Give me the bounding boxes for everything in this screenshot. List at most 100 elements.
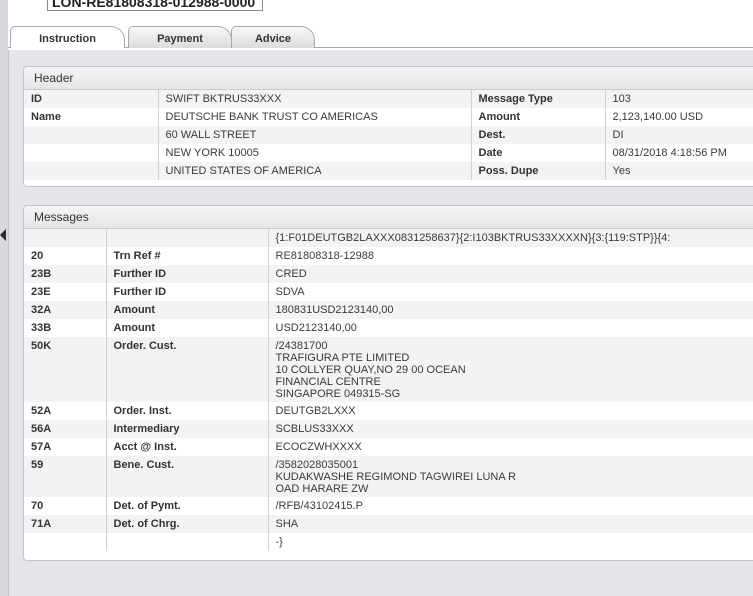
messages-panel-title: Messages xyxy=(24,206,753,229)
header-panel-title: Header xyxy=(24,67,753,90)
message-field-name: Order. Inst. xyxy=(105,402,268,420)
header-value: SWIFT BKTRUS33XXX xyxy=(157,90,471,108)
header-value: NEW YORK 10005 xyxy=(157,144,471,162)
message-tag: 23B xyxy=(24,265,106,283)
tab-instruction[interactable]: Instruction xyxy=(10,26,125,48)
header-value: DEUTSCHE BANK TRUST CO AMERICAS xyxy=(157,108,471,126)
header-label xyxy=(24,162,158,180)
header-value: Yes xyxy=(604,162,753,180)
header-label: Dest. xyxy=(470,126,605,144)
header-value: DI xyxy=(604,126,753,144)
message-field-name: Further ID xyxy=(105,283,268,301)
message-value-line: /3582028035001 xyxy=(275,459,359,471)
message-field-value: CRED xyxy=(267,265,753,283)
message-field-name: Det. of Chrg. xyxy=(105,515,268,533)
message-tag: 71A xyxy=(24,515,106,533)
message-field-name: Det. of Pymt. xyxy=(105,497,268,515)
message-value-line: USD2123140,00 xyxy=(275,322,357,334)
header-panel: Header ID SWIFT BKTRUS33XXX Message Type 10… xyxy=(23,66,753,187)
message-field-name: Trn Ref # xyxy=(105,247,268,265)
message-row: 59 Bene. Cust./3582028035001 KUDAKWASHE RE… xyxy=(24,456,753,497)
message-row: 20 Trn Ref # RE81808318-12988 xyxy=(24,247,753,265)
messages-table: {1:F01DEUTGB2LAXXX0831258637}{2:I103BKTR… xyxy=(24,229,753,551)
message-field-value: DEUTGB2LXXX xyxy=(267,402,753,420)
message-field-name: Amount xyxy=(105,301,268,319)
message-row: {1:F01DEUTGB2LAXXX0831258637}{2:I103BKTR… xyxy=(24,229,753,247)
message-value-line: /RFB/43102415.P xyxy=(275,500,363,512)
message-field-value: 180831USD2123140,00 xyxy=(267,301,753,319)
left-collapse-rail[interactable] xyxy=(0,0,9,596)
message-field-value: SHA xyxy=(267,515,753,533)
message-row: 52A Order. Inst. DEUTGB2LXXX xyxy=(24,402,753,420)
message-tag: 32A xyxy=(24,301,106,319)
message-field-name: Bene. Cust. xyxy=(105,456,268,497)
header-label: Amount xyxy=(470,108,605,126)
message-value-line: SINGAPORE 049315-SG xyxy=(275,388,401,400)
message-value-line: TRAFIGURA PTE LIMITED xyxy=(275,352,410,364)
header-value: 2,123,140.00 USD xyxy=(604,108,753,126)
message-tag: 52A xyxy=(31,405,52,417)
message-row: 56A Intermediary SCBLUS33XXX xyxy=(24,420,753,438)
message-field-value: /3582028035001 KUDAKWASHE REGIMOND TAGWIR… xyxy=(267,456,753,497)
header-label: Poss. Dupe xyxy=(470,162,605,180)
message-tag: 23E xyxy=(31,286,51,298)
message-field-name: Further ID xyxy=(105,265,268,283)
message-field-value: /24381700 TRAFIGURA PTE LIMITED 10 COLLYER… xyxy=(267,337,753,402)
message-field-name: Acct @ Inst. xyxy=(105,438,268,456)
message-field-value: /RFB/43102415.P xyxy=(267,497,753,515)
header-row: UNITED STATES OF AMERICA Poss. Dupe Yes xyxy=(24,162,753,180)
tab-advice[interactable]: Advice xyxy=(231,26,315,48)
message-row: 23B Further ID CRED xyxy=(24,265,753,283)
message-value-line: -} xyxy=(275,536,283,548)
message-tag: 20 xyxy=(31,250,44,262)
message-field-value: RE81808318-12988 xyxy=(267,247,753,265)
header-row: NEW YORK 10005 Date 08/31/2018 4:18:56 PM xyxy=(24,144,753,162)
header-label: ID xyxy=(24,90,158,108)
message-tag xyxy=(24,229,106,247)
message-value-line: FINANCIAL CENTRE xyxy=(275,376,381,388)
message-value-line: KUDAKWASHE REGIMOND TAGWIREI LUNA R xyxy=(275,471,517,483)
message-value-line: 10 COLLYER QUAY,NO 29 00 OCEAN xyxy=(275,364,466,376)
message-field-value: SCBLUS33XXX xyxy=(267,420,753,438)
message-tag: 70 xyxy=(31,500,44,512)
collapse-left-icon[interactable] xyxy=(0,229,6,241)
messages-panel: Messages {1:F01DEUTGB2LAXXX0831258637}{2… xyxy=(23,205,753,561)
message-row: 23E Further ID SDVA xyxy=(24,283,753,301)
message-row: 50K Order. Cust./24381700 TRAFIGURA PTE LI… xyxy=(24,337,753,402)
message-value-line: ECOCZWHXXXX xyxy=(275,441,362,453)
message-row: 33B Amount USD2123140,00 xyxy=(24,319,753,337)
message-tag: 50K xyxy=(24,337,106,402)
header-label xyxy=(24,144,158,162)
message-row: -} xyxy=(24,533,753,551)
header-row: 60 WALL STREET Dest. DI xyxy=(24,126,753,144)
message-tag: 57A xyxy=(31,441,52,453)
message-value-line: SHA xyxy=(275,518,299,530)
message-field-name: Intermediary xyxy=(105,420,268,438)
message-value-line: 180831USD2123140,00 xyxy=(275,304,394,316)
tab-payment[interactable]: Payment xyxy=(128,26,232,48)
message-field-name: Order. Cust. xyxy=(105,337,268,402)
header-value: UNITED STATES OF AMERICA xyxy=(157,162,471,180)
message-tag: 59 xyxy=(24,456,106,497)
message-value-line: /24381700 xyxy=(275,340,328,352)
message-tag xyxy=(24,533,106,551)
message-row: 32A Amount 180831USD2123140,00 xyxy=(24,301,753,319)
header-label xyxy=(24,126,158,144)
message-row: 71A Det. of Chrg. SHA xyxy=(24,515,753,533)
header-row: Name DEUTSCHE BANK TRUST CO AMERICAS Amoun… xyxy=(24,108,753,126)
message-field-value: {1:F01DEUTGB2LAXXX0831258637}{2:I103BKTR… xyxy=(267,229,753,247)
message-field-name: Amount xyxy=(105,319,268,337)
message-field-value: SDVA xyxy=(267,283,753,301)
header-label: Name xyxy=(31,111,61,123)
header-row: ID SWIFT BKTRUS33XXX Message Type 103 xyxy=(24,90,753,108)
message-field-value: -} xyxy=(267,533,753,551)
message-value-line: CRED xyxy=(275,268,307,280)
message-field-value: ECOCZWHXXXX xyxy=(267,438,753,456)
message-value-line: DEUTGB2LXXX xyxy=(275,405,356,417)
header-value: 60 WALL STREET xyxy=(157,126,471,144)
header-label: Message Type xyxy=(470,90,605,108)
message-value-line: SCBLUS33XXX xyxy=(275,423,354,435)
header-value: 08/31/2018 4:18:56 PM xyxy=(604,144,753,162)
message-value-line: RE81808318-12988 xyxy=(275,250,374,262)
message-tag: 56A xyxy=(24,420,106,438)
